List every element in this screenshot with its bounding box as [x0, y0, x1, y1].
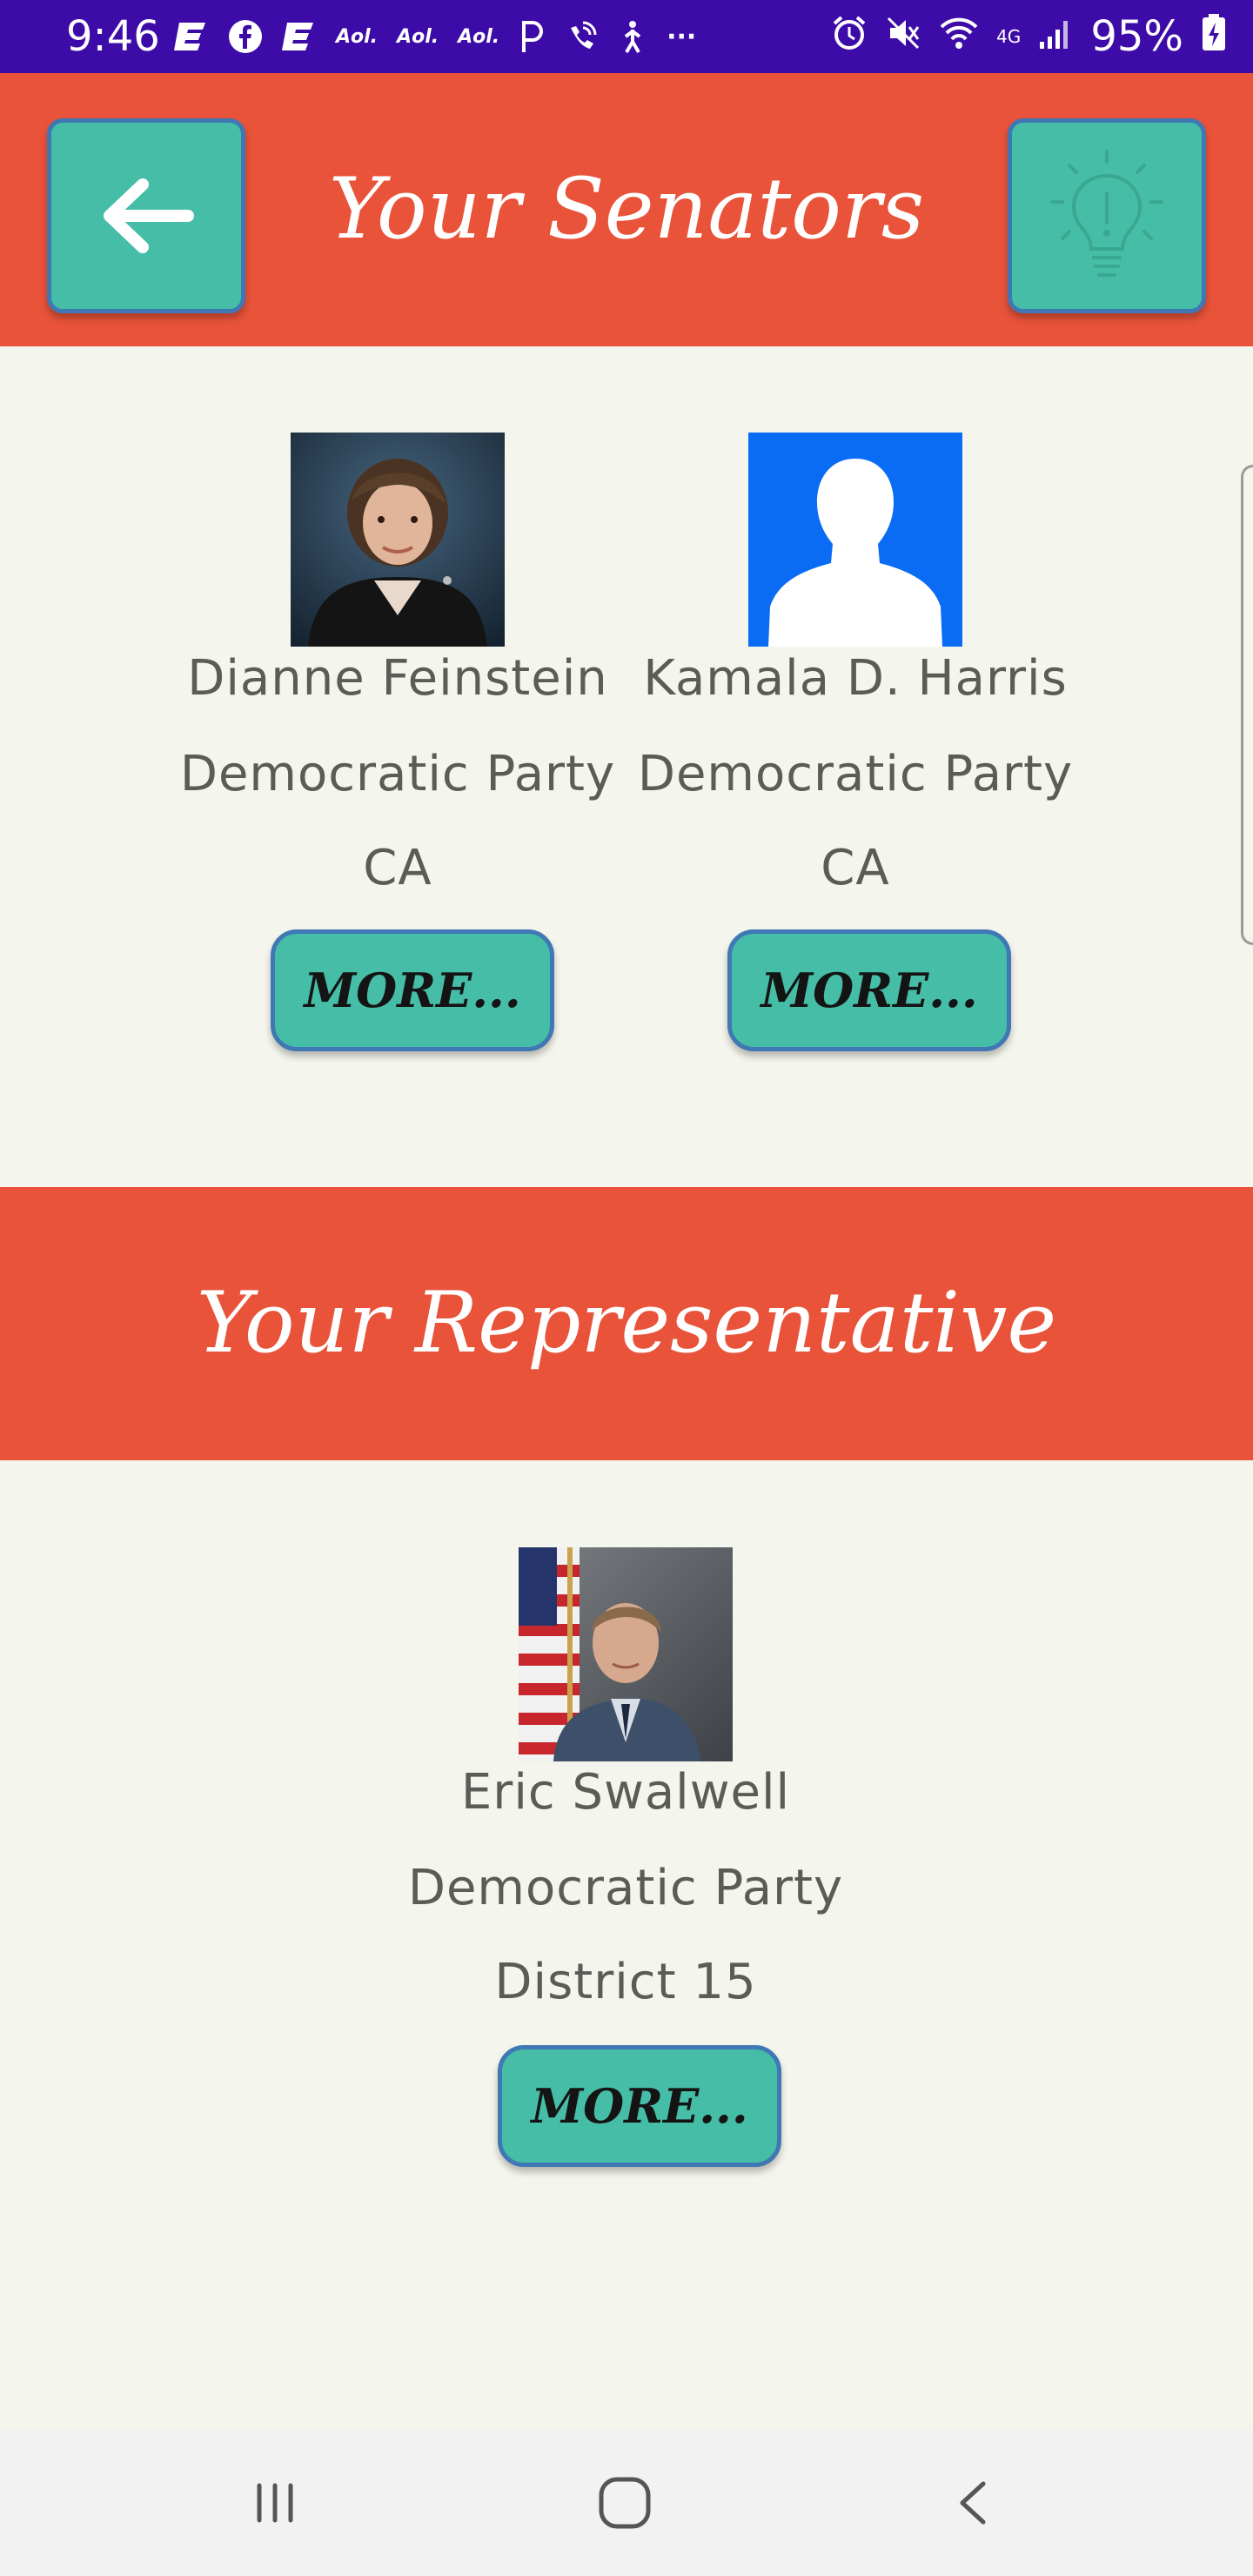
- representative-district: District 15: [494, 1954, 757, 2010]
- section-title: Your Representative: [196, 1274, 1057, 1372]
- wifi-call-icon: [564, 19, 599, 54]
- battery-percent: 95%: [1090, 12, 1183, 61]
- notification-icons: Aol. Aol. Aol. ···: [174, 14, 696, 59]
- portrait-image: [519, 1547, 733, 1761]
- lightbulb-icon: [1050, 150, 1163, 277]
- chevron-left-icon: [960, 2481, 986, 2525]
- representative-name: Eric Swalwell: [460, 1764, 791, 1821]
- system-icons: 4G 95%: [831, 12, 1227, 61]
- more-button[interactable]: MORE...: [271, 929, 554, 1051]
- aol-icon: Aol.: [458, 25, 500, 48]
- more-button[interactable]: MORE...: [498, 2045, 781, 2167]
- more-button[interactable]: MORE...: [727, 929, 1011, 1051]
- battery-charging-icon: [1201, 14, 1227, 59]
- default-avatar-icon: [748, 433, 962, 647]
- home-button[interactable]: [573, 2468, 677, 2538]
- senators-header: Your Senators: [0, 73, 1253, 346]
- aol-icon: Aol.: [397, 25, 439, 48]
- recent-apps-icon: [257, 2483, 293, 2523]
- aol-icon: Aol.: [336, 25, 379, 48]
- representative-header: Your Representative: [0, 1187, 1253, 1460]
- network-type: 4G: [996, 26, 1022, 47]
- home-icon: [599, 2477, 651, 2529]
- more-dots-icon: ···: [667, 21, 697, 52]
- alarm-icon: [831, 15, 868, 58]
- senator-name: Kamala D. Harris: [643, 650, 1068, 707]
- back-nav-button[interactable]: [922, 2468, 1027, 2538]
- e-icon: [174, 21, 209, 52]
- recent-apps-button[interactable]: [223, 2468, 327, 2538]
- accessibility-icon: [618, 19, 647, 54]
- e-icon: [282, 21, 317, 52]
- representative-party: Democratic Party: [407, 1860, 844, 1916]
- wifi-icon: [939, 15, 979, 58]
- scroll-handle[interactable]: [1241, 465, 1253, 945]
- status-time: 9:46: [66, 12, 160, 61]
- tip-button[interactable]: [1008, 118, 1206, 313]
- senator-photo: [748, 433, 962, 647]
- senator-party: Democratic Party: [179, 746, 616, 802]
- senator-state: CA: [363, 840, 432, 896]
- portrait-image: [291, 433, 505, 647]
- senator-name: Dianne Feinstein: [187, 650, 608, 707]
- navigation-bar: [0, 2430, 1253, 2576]
- status-bar: 9:46 Aol. Aol. Aol. ··· 4G 95%: [0, 0, 1253, 73]
- senator-state: CA: [821, 840, 890, 896]
- facebook-icon: [228, 19, 263, 54]
- p-icon: [519, 19, 545, 54]
- senator-party: Democratic Party: [637, 746, 1074, 802]
- representative-photo: [519, 1547, 733, 1761]
- mute-icon: [885, 15, 921, 58]
- signal-icon: [1038, 16, 1073, 57]
- senator-photo: [291, 433, 505, 647]
